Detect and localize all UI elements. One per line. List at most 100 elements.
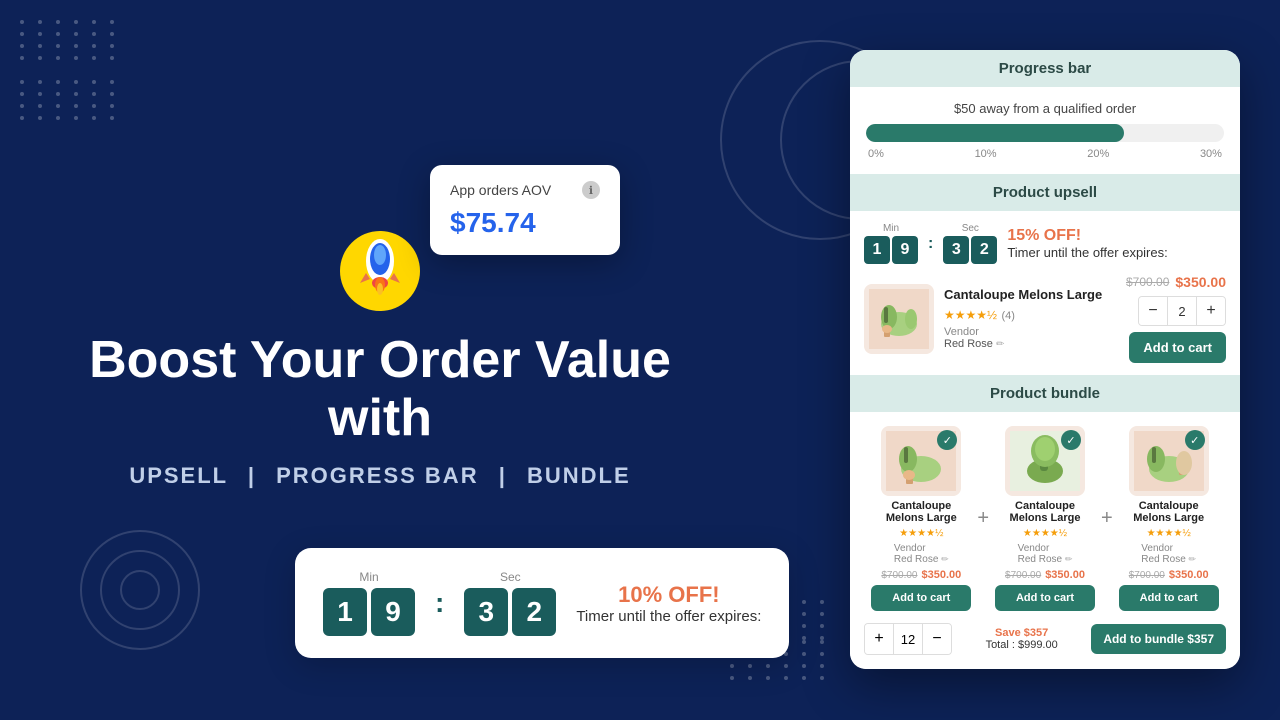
bundle-products: ✓ Cantaloupe Melons Large ★★★★½ Vendor R…: [864, 426, 1226, 611]
upsell-colon: :: [928, 235, 933, 253]
timer-offer-pct: 10% OFF!: [576, 582, 761, 608]
timer-colon: :: [435, 587, 444, 619]
timer-offer-text: Timer until the offer expires:: [576, 608, 761, 625]
bundle-item-1-sale: $350.00: [1045, 569, 1085, 581]
progress-bar-container: [866, 124, 1224, 142]
bundle-save-info: Save $357 Total : $999.00: [960, 627, 1083, 651]
rocket-icon: [340, 231, 420, 316]
upsell-timer-min-group: Min 1 9: [864, 223, 918, 264]
progress-bar-section: $50 away from a qualified order 0% 10% 2…: [850, 87, 1240, 174]
bundle-qty-input[interactable]: [893, 624, 923, 654]
bundle-total: Total : $999.00: [960, 639, 1083, 651]
timer-sec-label: Sec: [500, 570, 521, 584]
bundle-item-0: ✓ Cantaloupe Melons Large ★★★★½ Vendor R…: [871, 426, 971, 611]
upsell-offer-text: 15% OFF! Timer until the offer expires:: [1007, 227, 1226, 260]
sub-upsell: UPSELL: [129, 463, 227, 488]
upsell-product-image: [864, 284, 934, 354]
bundle-item-0-vendor-label: Vendor: [894, 543, 926, 554]
upsell-timer-min-label: Min: [883, 223, 899, 234]
bundle-item-2-add-button[interactable]: Add to cart: [1119, 585, 1219, 611]
progress-bar-header: Progress bar: [850, 50, 1240, 87]
upsell-product-name: Cantaloupe Melons Large: [944, 287, 1116, 302]
right-panel: Progress bar $50 away from a qualified o…: [850, 50, 1240, 669]
bundle-item-1: ✓ Cantaloupe Melons Large ★★★★½ Vendor R…: [995, 426, 1095, 611]
progress-ticks: 0% 10% 20% 30%: [866, 148, 1224, 160]
sub-heading: UPSELL | PROGRESS BAR | BUNDLE: [129, 463, 630, 489]
bundle-item-0-orig: $700.00: [881, 570, 917, 581]
upsell-add-to-cart-button[interactable]: Add to cart: [1129, 332, 1226, 363]
bundle-item-0-image: ✓: [881, 426, 961, 496]
bundle-add-all-button[interactable]: Add to bundle $357: [1091, 624, 1226, 654]
bundle-item-0-stars: ★★★★½: [899, 528, 943, 539]
upsell-timer-sec-group: Sec 3 2: [943, 223, 997, 264]
upsell-timer-min-digits: 1 9: [864, 236, 918, 264]
bundle-qty-decrease[interactable]: −: [923, 624, 951, 654]
upsell-product-actions: $700.00 $350.00 − + Add to cart: [1126, 274, 1226, 363]
tick-3: 30%: [1200, 148, 1222, 160]
upsell-product-info: Cantaloupe Melons Large ★★★★½ (4) Vendor…: [944, 287, 1116, 350]
bundle-item-2-check: ✓: [1185, 430, 1205, 450]
upsell-qty-increase[interactable]: +: [1197, 297, 1225, 325]
upsell-digit-3: 2: [971, 236, 997, 264]
bundle-plus-2: +: [1101, 507, 1113, 530]
bundle-item-2-orig: $700.00: [1129, 570, 1165, 581]
timer-sec-section: Sec 3 2: [464, 570, 556, 636]
upsell-timer-sec-digits: 3 2: [943, 236, 997, 264]
bundle-item-1-vendor-name: Red Rose: [1018, 554, 1062, 565]
timer-digit-2: 3: [464, 588, 508, 636]
bundle-item-1-image: ✓: [1005, 426, 1085, 496]
bundle-item-0-sale: $350.00: [922, 569, 962, 581]
sub-progress: PROGRESS BAR: [276, 463, 478, 488]
bundle-item-2-vendor-label: Vendor: [1141, 543, 1173, 554]
bundle-item-1-add-button[interactable]: Add to cart: [995, 585, 1095, 611]
bundle-plus-1: +: [977, 507, 989, 530]
upsell-pct: 15% OFF!: [1007, 227, 1226, 245]
upsell-digit-2: 3: [943, 236, 969, 264]
bundle-save-amount: Save $357: [960, 627, 1083, 639]
bundle-qty-control: + −: [864, 623, 952, 655]
upsell-qty-input[interactable]: [1167, 297, 1197, 325]
bundle-item-1-stars: ★★★★½: [1023, 528, 1067, 539]
timer-digit-1: 9: [371, 588, 415, 636]
bundle-item-2-vendor-name: Red Rose: [1141, 554, 1185, 565]
upsell-vendor-name: Red Rose: [944, 338, 993, 350]
bundle-footer: + − Save $357 Total : $999.00 Add to bun…: [864, 623, 1226, 655]
timer-min-section: Min 1 9: [323, 570, 415, 636]
upsell-expires: Timer until the offer expires:: [1007, 245, 1226, 260]
aov-label: App orders AOV: [450, 182, 551, 198]
upsell-vendor-edit: ✏: [996, 339, 1004, 350]
upsell-digit-1: 9: [892, 236, 918, 264]
main-heading: Boost Your Order Value with: [40, 332, 720, 446]
progress-label: $50 away from a qualified order: [866, 101, 1224, 116]
bundle-item-0-prices: $700.00 $350.00: [881, 569, 961, 581]
aov-card: App orders AOV ℹ $75.74: [430, 165, 620, 255]
progress-bar-fill: [866, 124, 1124, 142]
bundle-header: Product bundle: [850, 375, 1240, 412]
bundle-item-2-vendor: Vendor Red Rose ✏: [1141, 543, 1196, 565]
bundle-item-1-name: Cantaloupe Melons Large: [995, 500, 1095, 524]
bundle-item-1-vendor: Vendor Red Rose ✏: [1018, 543, 1073, 565]
bundle-qty-increase[interactable]: +: [865, 624, 893, 654]
bundle-item-2-stars: ★★★★½: [1147, 528, 1191, 539]
upsell-product-vendor: Vendor Red Rose ✏: [944, 326, 1116, 350]
upsell-product-row: Cantaloupe Melons Large ★★★★½ (4) Vendor…: [864, 274, 1226, 363]
bundle-item-2-prices: $700.00 $350.00: [1129, 569, 1209, 581]
sub-sep1: |: [248, 463, 256, 488]
upsell-qty-decrease[interactable]: −: [1139, 297, 1167, 325]
bundle-section: ✓ Cantaloupe Melons Large ★★★★½ Vendor R…: [850, 412, 1240, 669]
bundle-item-0-vendor: Vendor Red Rose ✏: [894, 543, 949, 565]
aov-value: $75.74: [450, 207, 600, 239]
upsell-price-original: $700.00: [1126, 275, 1169, 289]
upsell-price-sale: $350.00: [1175, 274, 1226, 290]
bundle-item-0-add-button[interactable]: Add to cart: [871, 585, 971, 611]
upsell-digit-0: 1: [864, 236, 890, 264]
timer-sec-digits: 3 2: [464, 588, 556, 636]
upsell-section: Min 1 9 : Sec 3 2 15% OFF! Timer until t…: [850, 211, 1240, 375]
bundle-item-0-vendor-name: Red Rose: [894, 554, 938, 565]
timer-digit-0: 1: [323, 588, 367, 636]
aov-info-icon[interactable]: ℹ: [582, 181, 600, 199]
bundle-item-2: ✓ Cantaloupe Melons Large ★★★★½ Vendor R…: [1119, 426, 1219, 611]
bundle-item-1-prices: $700.00 $350.00: [1005, 569, 1085, 581]
upsell-qty-control: − +: [1138, 296, 1226, 326]
sub-sep2: |: [499, 463, 507, 488]
